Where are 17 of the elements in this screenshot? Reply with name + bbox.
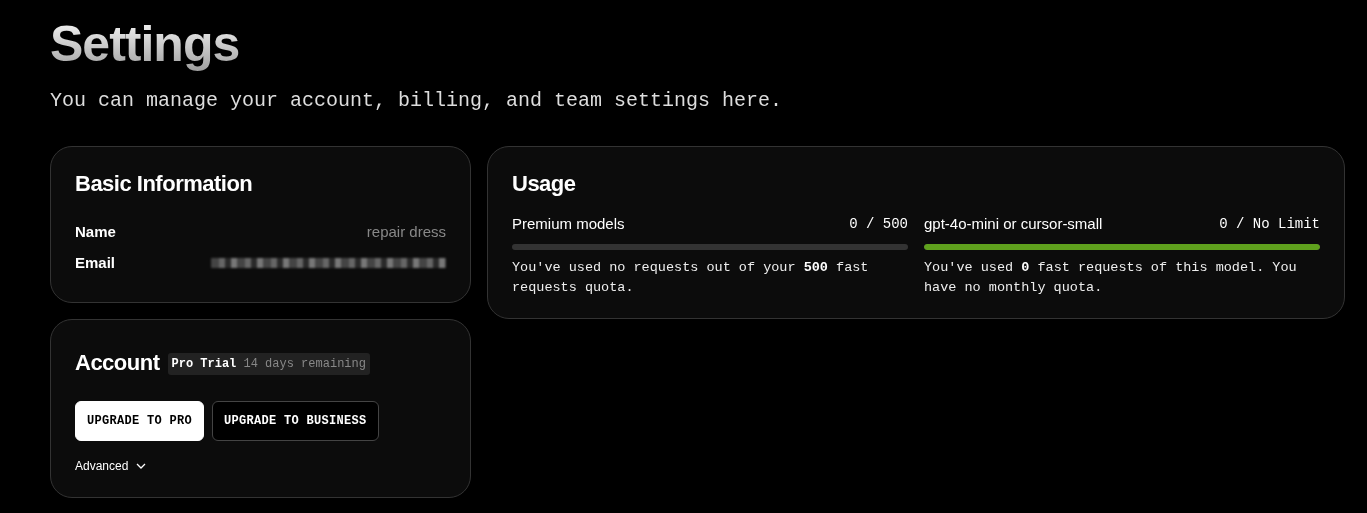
meter-reading: 0 / No Limit (1219, 215, 1320, 235)
usage-description: You've used no requests out of your 500 fast requests quota. (512, 258, 870, 298)
advanced-toggle[interactable]: Advanced (75, 456, 147, 475)
card-title: Usage (512, 171, 577, 198)
card-title: Basic Information (75, 171, 254, 198)
field-label: Email (75, 252, 116, 273)
upgrade-business-button[interactable]: UPGRADE TO BUSINESS (212, 400, 379, 441)
meter-name: Premium models (512, 214, 625, 235)
meter-name: gpt-4o-mini or cursor-small (924, 214, 1103, 235)
upgrade-pro-button[interactable]: UPGRADE TO PRO (75, 400, 205, 441)
usage-description: You've used 0 fast requests of this model. You have no monthly quota. (924, 258, 1298, 298)
meter-reading: 0 / 500 (849, 215, 908, 235)
page-subtitle: You can manage your account, billing, and team settings here. (50, 88, 783, 114)
field-value: repair dress (366, 222, 446, 243)
plan-badge: Pro Trial 14 days remaining (167, 352, 370, 375)
card-title: Account (75, 350, 160, 377)
field-label: Name (75, 222, 116, 243)
